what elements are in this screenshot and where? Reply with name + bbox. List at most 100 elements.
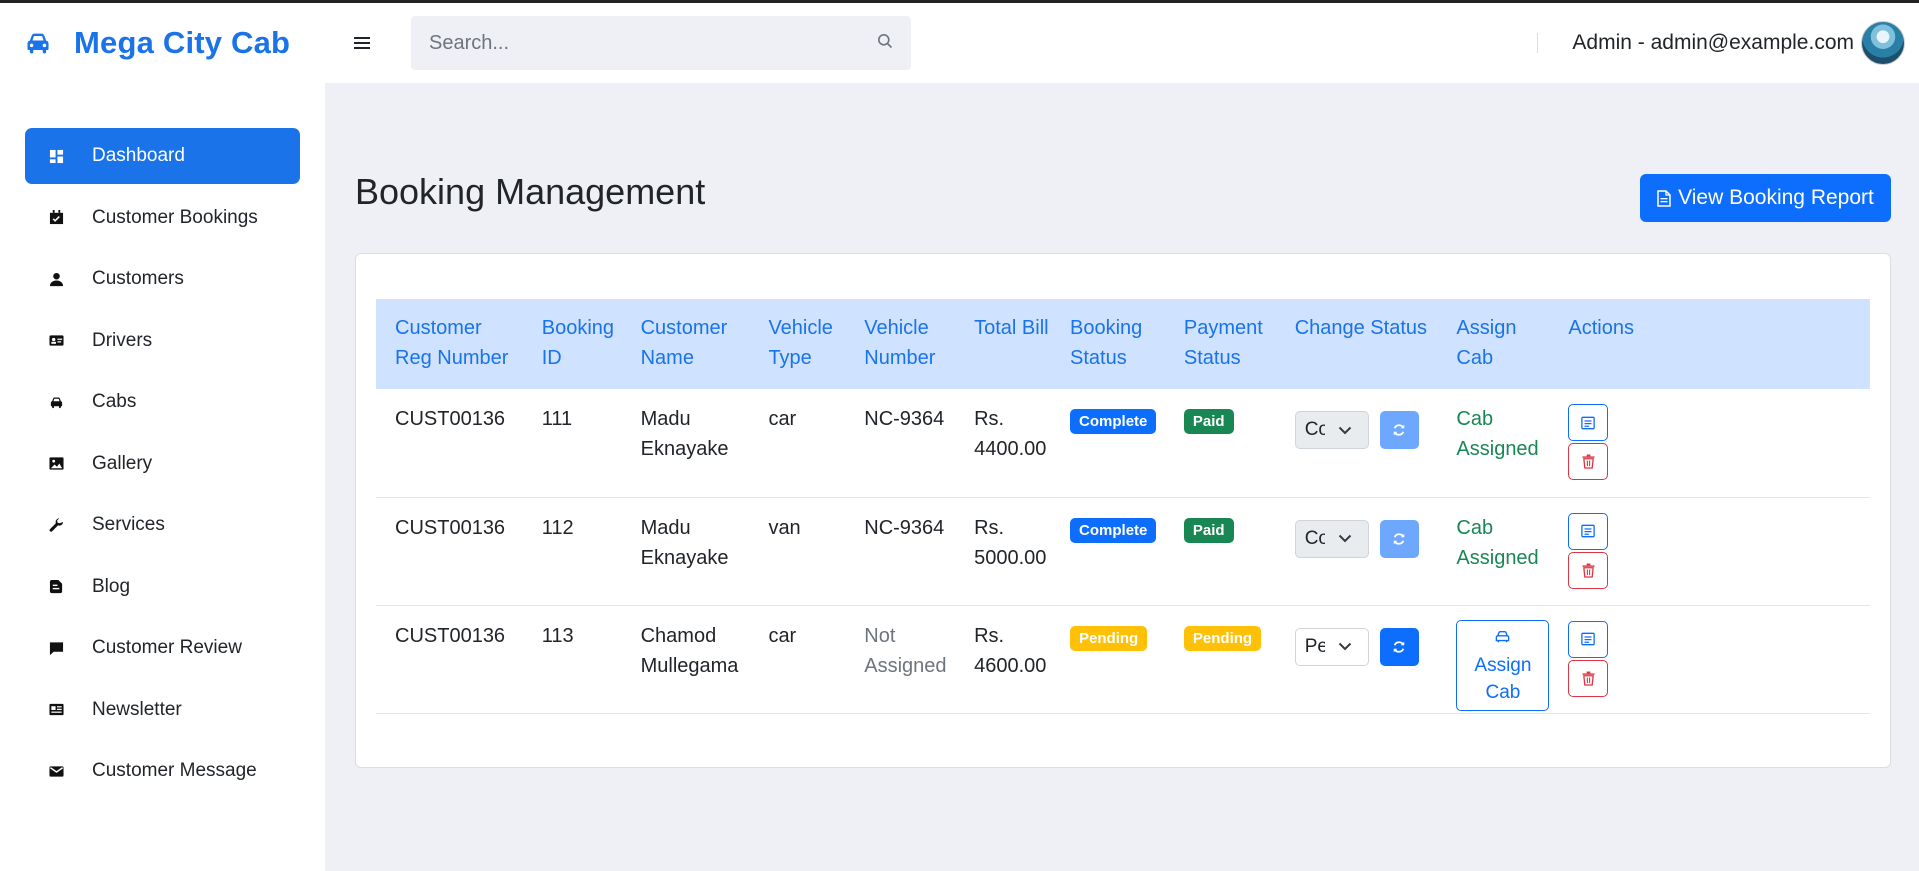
view-booking-report-label: View Booking Report [1678, 186, 1874, 209]
cell-actions [1549, 605, 1870, 714]
details-icon [1581, 416, 1596, 429]
update-status-button[interactable] [1379, 627, 1419, 666]
brand[interactable]: Mega City Cab [0, 25, 325, 61]
document-icon [1657, 189, 1671, 207]
refresh-icon [1393, 532, 1405, 545]
person-icon [47, 270, 65, 288]
cell-booking-status: Complete [1051, 389, 1165, 498]
sidebar-item-gallery[interactable]: Gallery [25, 436, 300, 492]
cell-booking-status: Pending [1051, 605, 1165, 714]
col-header-customer-name[interactable]: Customer Name [622, 299, 750, 389]
cell-actions [1549, 389, 1870, 498]
sidebar-item-customer-message[interactable]: Customer Message [25, 743, 300, 799]
col-header-vehicle-type[interactable]: Vehicle Type [749, 299, 845, 389]
view-booking-report-button[interactable]: View Booking Report [1640, 174, 1891, 222]
cell-customer-name: Madu Eknayake [621, 389, 750, 498]
sidebar-item-cabs[interactable]: Cabs [25, 374, 300, 430]
col-header-booking-id[interactable]: Booking ID [523, 299, 622, 389]
sidebar-item-newsletter[interactable]: Newsletter [25, 682, 300, 738]
cell-actions [1549, 497, 1870, 606]
col-header-change-status[interactable]: Change Status [1276, 299, 1438, 389]
cell-change-status: Complete [1275, 389, 1438, 498]
assign-cab-label: Assign Cab [1474, 654, 1532, 703]
sidebar-item-customer-bookings[interactable]: Customer Bookings [25, 190, 300, 246]
cell-customer-name: Chamod Mullegama [621, 605, 750, 714]
table-row: CUST00136 113 Chamod Mullegama car Not A… [376, 605, 1870, 714]
car-icon [1494, 625, 1511, 652]
view-booking-button[interactable] [1568, 620, 1609, 658]
cell-reg-number: CUST00136 [376, 389, 523, 498]
delete-booking-button[interactable] [1568, 551, 1609, 589]
cell-customer-name: Madu Eknayake [621, 497, 750, 606]
chevron-down-icon [1338, 426, 1352, 435]
sidebar-item-customers[interactable]: Customers [25, 251, 300, 307]
page-title: Booking Management [355, 171, 706, 212]
cell-booking-id: 111 [522, 389, 622, 498]
cell-total-bill: Rs. 4600.00 [955, 605, 1052, 714]
status-select[interactable]: Complete [1294, 411, 1369, 449]
cell-vehicle-type: car [749, 389, 846, 498]
cell-change-status: Complete [1275, 497, 1438, 606]
table-header-row: Customer Reg Number Booking ID Customer … [376, 299, 1870, 389]
status-badge: Complete [1070, 409, 1157, 434]
view-booking-button[interactable] [1568, 512, 1609, 550]
sidebar-item-label: Gallery [92, 452, 153, 474]
id-card-icon [47, 332, 65, 350]
cell-assign-cab: Assign Cab [1437, 605, 1550, 714]
dashboard-icon [47, 147, 65, 165]
cell-booking-id: 113 [522, 605, 622, 714]
sidebar-item-drivers[interactable]: Drivers [25, 313, 300, 369]
delete-booking-button[interactable] [1568, 659, 1609, 697]
table-row: CUST00136 111 Madu Eknayake car NC-9364 … [376, 389, 1870, 498]
cell-assign-cab: Cab Assigned [1437, 389, 1550, 498]
sidebar-item-label: Customer Bookings [92, 206, 258, 228]
cell-total-bill: Rs. 4400.00 [955, 389, 1052, 498]
sidebar-item-label: Customer Review [92, 637, 242, 658]
status-select[interactable]: Pending [1294, 627, 1369, 666]
trash-icon [1582, 563, 1595, 578]
refresh-icon [1393, 424, 1405, 436]
delete-booking-button[interactable] [1568, 443, 1609, 480]
top-header: Mega City Cab Admin - admin@example.com [0, 3, 1919, 83]
col-header-booking-status[interactable]: Booking Status [1051, 299, 1165, 389]
sidebar-item-dashboard[interactable]: Dashboard [25, 128, 300, 184]
envelope-icon [47, 762, 65, 780]
cell-vehicle-number: NC-9364 [845, 497, 956, 606]
avatar[interactable] [1861, 21, 1905, 65]
cell-assign-cab: Cab Assigned [1437, 497, 1550, 606]
wrench-icon [47, 516, 65, 534]
brand-name: Mega City Cab [74, 25, 291, 60]
image-icon [47, 455, 65, 473]
col-header-reg-number[interactable]: Customer Reg Number [376, 299, 523, 389]
sidebar-item-services[interactable]: Services [25, 497, 300, 553]
sidebar-item-label: Cabs [92, 391, 137, 412]
sidebar-item-customer-review[interactable]: Customer Review [25, 620, 300, 676]
details-icon [1581, 524, 1596, 538]
newspaper-icon [47, 701, 65, 719]
col-header-payment-status[interactable]: Payment Status [1165, 299, 1276, 389]
view-booking-button[interactable] [1568, 404, 1609, 441]
details-icon [1581, 632, 1596, 646]
trash-icon [1582, 454, 1595, 469]
search-icon[interactable] [877, 33, 893, 54]
assign-cab-button[interactable]: Assign Cab [1456, 619, 1550, 711]
cell-change-status: Pending [1275, 605, 1438, 714]
bookings-table: Customer Reg Number Booking ID Customer … [376, 299, 1870, 714]
hamburger-menu-icon[interactable] [347, 28, 377, 58]
col-header-actions[interactable]: Actions [1549, 299, 1870, 389]
col-header-vehicle-number[interactable]: Vehicle Number [845, 299, 955, 389]
update-status-button[interactable] [1379, 411, 1419, 449]
sidebar-item-blog[interactable]: Blog [25, 559, 300, 615]
cell-payment-status: Paid [1164, 497, 1276, 606]
bookings-card: Customer Reg Number Booking ID Customer … [355, 253, 1891, 768]
col-header-assign-cab[interactable]: Assign Cab [1437, 299, 1549, 389]
col-header-total-bill[interactable]: Total Bill [955, 299, 1051, 389]
cell-booking-id: 112 [522, 497, 622, 606]
cell-vehicle-number: Not Assigned [845, 605, 956, 714]
update-status-button[interactable] [1379, 519, 1419, 558]
user-label[interactable]: Admin - admin@example.com [1572, 31, 1854, 55]
cell-booking-status: Complete [1051, 497, 1165, 606]
status-badge: Paid [1183, 409, 1234, 434]
status-select[interactable]: Complete [1294, 519, 1369, 558]
search-input[interactable] [429, 31, 877, 55]
